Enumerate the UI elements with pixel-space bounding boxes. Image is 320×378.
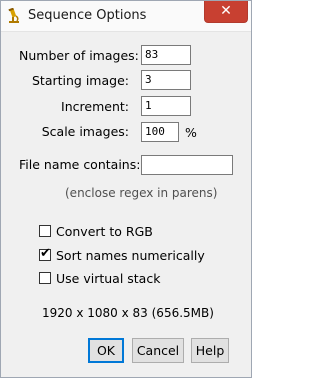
ok-button[interactable]: OK	[88, 338, 124, 363]
stack-size-info: 1920 x 1080 x 83 (656.5MB)	[42, 306, 214, 320]
starting-image-input[interactable]: 3	[141, 70, 191, 90]
number-of-images-input[interactable]: 83	[141, 45, 191, 65]
increment-label: Increment:	[61, 99, 129, 114]
regex-hint: (enclose regex in parens)	[65, 186, 218, 200]
title-bar[interactable]: Sequence Options ✕	[1, 1, 251, 32]
scale-images-label: Scale images:	[41, 124, 129, 139]
file-name-contains-label: File name contains:	[19, 157, 141, 172]
checkbox-box[interactable]	[39, 225, 51, 237]
percent-unit: %	[185, 125, 197, 140]
number-of-images-label: Number of images:	[19, 48, 139, 63]
checkbox-box[interactable]: ✔	[39, 246, 51, 261]
sequence-options-dialog: Sequence Options ✕ Number of images: 83 …	[0, 0, 252, 378]
increment-input[interactable]: 1	[141, 96, 191, 116]
cancel-button[interactable]: Cancel	[132, 338, 184, 363]
microscope-icon	[7, 7, 21, 24]
close-button[interactable]: ✕	[204, 1, 248, 23]
checkbox-label: Convert to RGB	[56, 224, 153, 239]
starting-image-label: Starting image:	[32, 73, 129, 88]
help-button[interactable]: Help	[191, 338, 229, 363]
checkmark-icon: ✔	[40, 246, 51, 261]
window-title: Sequence Options	[28, 8, 147, 23]
checkbox-box[interactable]	[39, 272, 51, 284]
scale-images-input[interactable]: 100	[141, 122, 179, 142]
checkbox-label: Sort names numerically	[56, 248, 205, 263]
checkbox-label: Use virtual stack	[56, 271, 161, 286]
close-icon: ✕	[220, 3, 232, 19]
file-name-contains-input[interactable]	[141, 155, 233, 175]
